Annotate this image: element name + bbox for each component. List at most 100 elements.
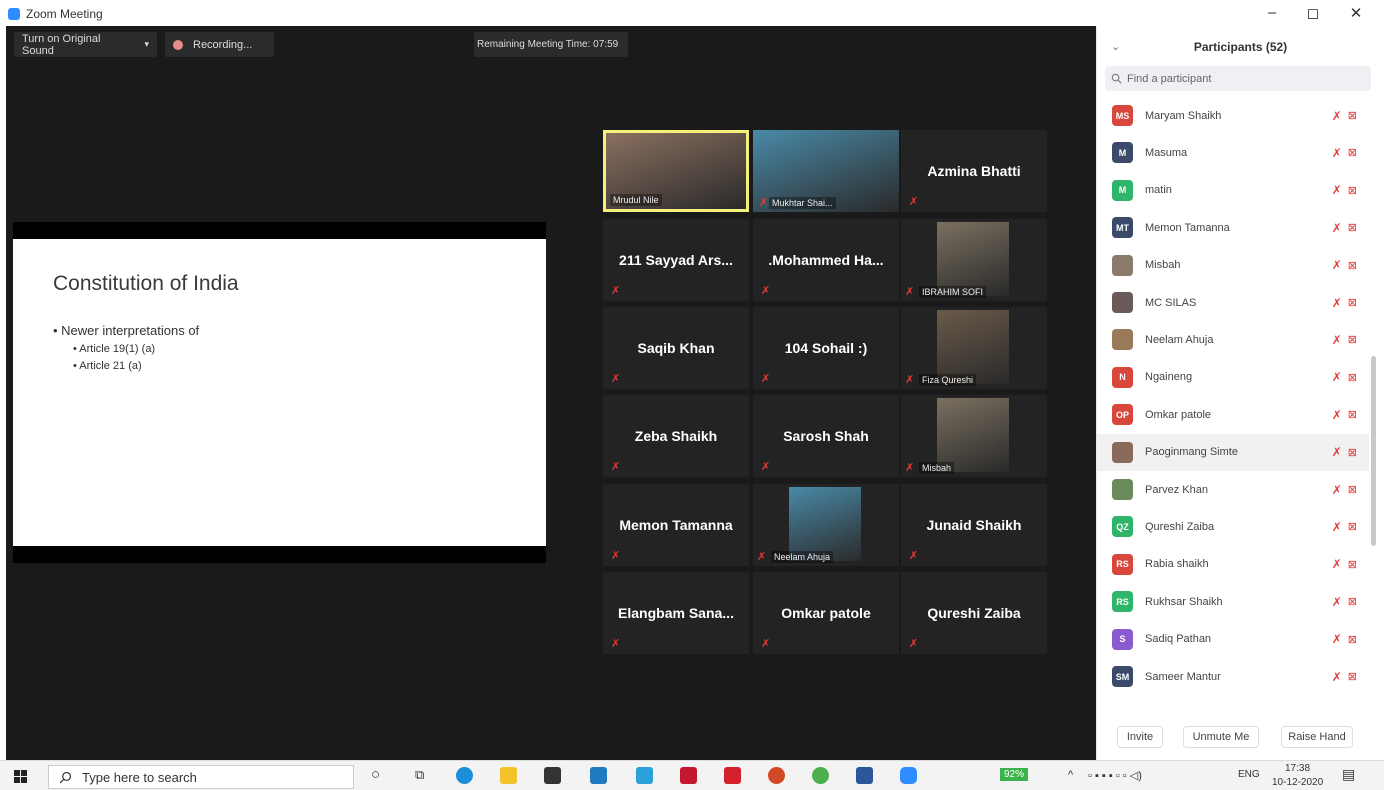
video-tile[interactable]: Mrudul Nile — [603, 130, 749, 212]
video-tile[interactable]: IBRAHIM SOFI ✗ — [901, 219, 1047, 301]
zoom-taskbar-icon[interactable] — [900, 767, 917, 784]
video-tile[interactable]: Misbah ✗ — [901, 395, 1047, 477]
original-sound-label: Turn on Original Sound — [22, 32, 101, 57]
mail-icon[interactable] — [590, 767, 607, 784]
participant-search-input[interactable]: Find a participant — [1105, 66, 1371, 91]
video-tile[interactable]: Mukhtar Shai... ✗ — [753, 130, 899, 212]
maximize-button[interactable]: ◻ — [1303, 4, 1323, 22]
word-icon[interactable] — [856, 767, 873, 784]
video-tile[interactable]: 211 Sayyad Ars... ✗ — [603, 219, 749, 301]
muted-mic-icon: ✗ — [1331, 482, 1342, 497]
task-view-icon[interactable]: ⧉ — [415, 767, 424, 783]
chrome-icon[interactable] — [812, 767, 829, 784]
participant-name: Paoginmang Simte — [1145, 446, 1238, 459]
acrobat-icon[interactable] — [724, 767, 741, 784]
video-tile[interactable]: Fiza Qureshi ✗ — [901, 307, 1047, 389]
tile-name: Zeba Shaikh — [634, 428, 718, 444]
participant-row[interactable]: S Sadiq Pathan ✗ ⊠ — [1097, 621, 1369, 658]
participant-row[interactable]: M Masuma ✗ ⊠ — [1097, 134, 1369, 171]
participant-name: Memon Tamanna — [1145, 221, 1230, 234]
participant-row[interactable]: OP Omkar patole ✗ ⊠ — [1097, 396, 1369, 433]
unmute-me-button[interactable]: Unmute Me — [1183, 726, 1259, 748]
muted-mic-icon: ✗ — [905, 286, 915, 298]
tile-name: .Mohammed Ha... — [768, 252, 884, 268]
minimize-button[interactable]: – — [1262, 4, 1282, 21]
video-tile[interactable]: Neelam Ahuja ✗ — [753, 484, 899, 566]
participant-row[interactable]: QZ Qureshi Zaiba ✗ ⊠ — [1097, 508, 1369, 545]
participant-row[interactable]: Parvez Khan ✗ ⊠ — [1097, 471, 1369, 508]
tile-name: 104 Sohail :) — [784, 340, 868, 356]
avatar: N — [1112, 366, 1133, 388]
clock-date[interactable]: 10-12-2020 — [1272, 777, 1323, 788]
mcafee-icon[interactable] — [680, 767, 697, 784]
muted-mic-icon: ✗ — [611, 461, 621, 473]
video-tile[interactable]: 104 Sohail :) ✗ — [753, 307, 899, 389]
video-tile[interactable]: Azmina Bhatti ✗ — [901, 130, 1047, 212]
video-off-icon: ⊠ — [1347, 446, 1357, 459]
chevron-down-icon[interactable]: ▾ — [144, 39, 149, 50]
record-dot-icon — [173, 39, 183, 50]
muted-mic-icon: ✗ — [611, 638, 621, 650]
video-off-icon: ⊠ — [1347, 409, 1357, 422]
participant-row[interactable]: RS Rabia shaikh ✗ ⊠ — [1097, 546, 1369, 583]
battery-indicator[interactable]: 92% — [1000, 768, 1029, 781]
participant-row[interactable]: N Ngaineng ✗ ⊠ — [1097, 359, 1369, 396]
raise-hand-button[interactable]: Raise Hand — [1281, 726, 1353, 748]
muted-mic-icon: ✗ — [759, 197, 769, 209]
avatar: SM — [1112, 666, 1133, 687]
video-tile[interactable]: Sarosh Shah ✗ — [753, 395, 899, 477]
invite-button[interactable]: Invite — [1117, 726, 1163, 748]
powerpoint-icon[interactable] — [768, 767, 785, 784]
taskbar-search-input[interactable]: Type here to search — [48, 765, 354, 789]
video-tile[interactable]: Omkar patole ✗ — [753, 572, 899, 654]
file-explorer-icon[interactable] — [500, 767, 517, 784]
video-off-icon: ⊠ — [1347, 297, 1357, 309]
avatar: M — [1112, 179, 1133, 201]
participant-row[interactable]: MS Maryam Shaikh ✗ ⊠ — [1097, 97, 1369, 134]
participant-row[interactable]: Neelam Ahuja ✗ ⊠ — [1097, 321, 1369, 358]
video-off-icon: ⊠ — [1347, 222, 1357, 235]
video-off-icon: ⊠ — [1347, 334, 1357, 347]
language-indicator[interactable]: ENG — [1238, 769, 1260, 780]
participant-row[interactable]: Mmatin ✗ ⊠ — [1097, 172, 1369, 209]
avatar: OP — [1112, 404, 1133, 426]
participant-video — [937, 310, 1009, 384]
participant-name: MC SILAS — [1145, 296, 1197, 309]
app-l-icon[interactable] — [636, 767, 653, 784]
participant-name: Neelam Ahuja — [1145, 333, 1214, 346]
notification-icon[interactable]: ▤ — [1342, 766, 1355, 783]
windows-taskbar: Type here to search ○ ⧉ 92% ^ ▫ ▪ ▪ ▪ ▫ … — [0, 760, 1384, 790]
participant-name: Maryam Shaikh — [1145, 109, 1222, 122]
participant-row[interactable]: MC SILAS ✗ ⊠ — [1097, 284, 1369, 321]
video-tile[interactable]: Memon Tamanna ✗ — [603, 484, 749, 566]
participant-scrollbar[interactable] — [1371, 356, 1376, 546]
tray-icons[interactable]: ▫ ▪ ▪ ▪ ▫ ▫ ◁) — [1088, 769, 1142, 782]
original-sound-button[interactable]: Turn on Original Sound ▾ — [14, 32, 157, 57]
muted-mic-icon: ✗ — [1331, 519, 1342, 534]
video-tile[interactable]: Zeba Shaikh ✗ — [603, 395, 749, 477]
video-tile[interactable]: Saqib Khan ✗ — [603, 307, 749, 389]
video-tile[interactable]: Junaid Shaikh ✗ — [901, 484, 1047, 566]
participant-row[interactable]: Misbah ✗ ⊠ — [1097, 247, 1369, 284]
cortana-icon[interactable]: ○ — [371, 766, 380, 783]
clock-time[interactable]: 17:38 — [1285, 763, 1310, 774]
participant-row[interactable]: SM Sameer Mantur ✗ ⊠ — [1097, 658, 1369, 695]
windows-start-icon[interactable] — [14, 770, 27, 783]
participants-panel: ⌄ Participants (52) Find a participant M… — [1096, 26, 1384, 760]
video-off-icon: ⊠ — [1347, 184, 1357, 197]
store-icon[interactable] — [544, 767, 561, 784]
close-button[interactable]: ✕ — [1346, 4, 1366, 22]
participant-row[interactable]: MT Memon Tamanna ✗ ⊠ — [1097, 209, 1369, 246]
participant-row[interactable]: Paoginmang Simte ✗ ⊠ — [1097, 433, 1369, 471]
chevron-up-icon[interactable]: ^ — [1068, 769, 1073, 781]
muted-mic-icon: ✗ — [1331, 370, 1342, 385]
muted-mic-icon: ✗ — [1331, 557, 1342, 572]
muted-mic-icon: ✗ — [1331, 145, 1342, 160]
edge-icon[interactable] — [456, 767, 473, 784]
participant-row[interactable]: RS Rukhsar Shaikh ✗ ⊠ — [1097, 583, 1369, 620]
video-tile[interactable]: .Mohammed Ha... ✗ — [753, 219, 899, 301]
recording-button[interactable]: Recording... — [165, 32, 274, 57]
video-tile[interactable]: Elangbam Sana... ✗ — [603, 572, 749, 654]
muted-mic-icon: ✗ — [761, 461, 771, 473]
video-tile[interactable]: Qureshi Zaiba ✗ — [901, 572, 1047, 654]
